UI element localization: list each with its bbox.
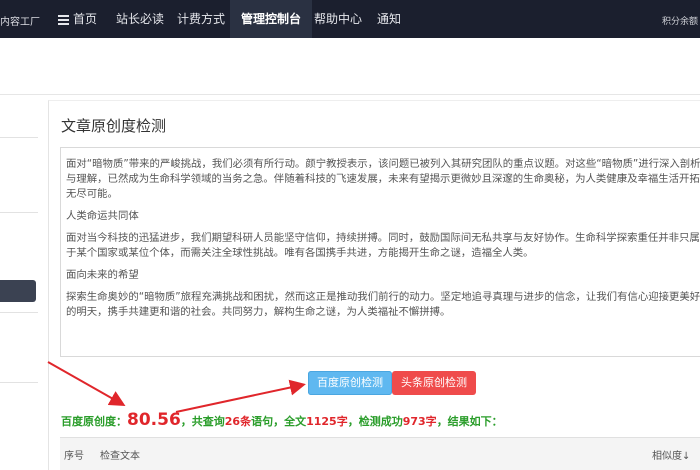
result-text: ，共查询 — [180, 415, 225, 428]
brand-text: 内容工厂 — [0, 17, 40, 28]
toutiao-check-button[interactable]: 头条原创检测 — [392, 371, 476, 395]
baidu-check-button[interactable]: 百度原创检测 — [308, 371, 392, 395]
article-paragraph: 探索生命奥妙的“暗物质”旅程充满挑战和困扰，然而这正是推动我们前行的动力。坚定地… — [66, 291, 700, 318]
results-table-header: 序号 检查文本 相似度↓ — [60, 437, 700, 470]
article-paragraph: 面向未来的希望 — [66, 269, 139, 281]
sidebar-divider — [0, 382, 38, 383]
char-count: 1125字 — [306, 415, 348, 428]
nav-admin-console[interactable]: 管理控制台 — [230, 0, 313, 38]
sidebar-divider — [0, 137, 38, 138]
header-band — [0, 38, 700, 95]
menu-icon — [58, 15, 69, 25]
article-paragraph: 面对“暗物质”带来的严峻挑战，我们必须有所行动。颜宁教授表示，该问题已被列入其研… — [66, 158, 700, 200]
nav-notifications[interactable]: 通知 — [377, 0, 401, 38]
sidebar-divider — [0, 212, 38, 213]
result-text: ，结果如下： — [436, 415, 503, 428]
sentence-count: 26条 — [224, 415, 252, 428]
page-title: 文章原创度检测 — [61, 117, 167, 135]
page-root: 内容工厂 首页 站长必读 计费方式 管理控制台 帮助中心 通知 积分余额 文章原… — [0, 0, 700, 470]
column-index: 序号 — [64, 451, 84, 462]
success-count: 973字 — [402, 415, 437, 428]
nav-home[interactable]: 首页 — [58, 0, 97, 38]
article-textarea[interactable]: 面对“暗物质”带来的严峻挑战，我们必须有所行动。颜宁教授表示，该问题已被列入其研… — [60, 147, 700, 357]
nav-pricing[interactable]: 计费方式 — [177, 0, 225, 38]
originality-score: 80.56 — [127, 410, 181, 430]
nav-webmaster-guide[interactable]: 站长必读 — [116, 0, 164, 38]
sidebar-active-item[interactable] — [0, 280, 36, 302]
sidebar-divider — [0, 312, 38, 313]
points-balance-link[interactable]: 积分余额 — [662, 14, 698, 27]
result-summary: 百度原创度：80.56，共查询26条语句，全文1125字，检测成功973字，结果… — [61, 410, 503, 430]
score-label: 百度原创度： — [61, 415, 127, 428]
article-paragraph: 人类命运共同体 — [66, 210, 139, 222]
result-text: ，检测成功 — [347, 415, 403, 428]
nav-help-center[interactable]: 帮助中心 — [314, 0, 362, 38]
column-similarity[interactable]: 相似度↓ — [652, 447, 690, 462]
column-text: 检查文本 — [100, 451, 140, 462]
article-paragraph: 面对当今科技的迅猛进步，我们期望科研人员能坚守信仰，持续拼搏。同时，鼓励国际间无… — [66, 232, 700, 259]
top-nav-bar: 内容工厂 首页 站长必读 计费方式 管理控制台 帮助中心 通知 积分余额 — [0, 0, 700, 38]
result-text: 语句，全文 — [251, 415, 307, 428]
nav-home-label: 首页 — [73, 12, 98, 26]
